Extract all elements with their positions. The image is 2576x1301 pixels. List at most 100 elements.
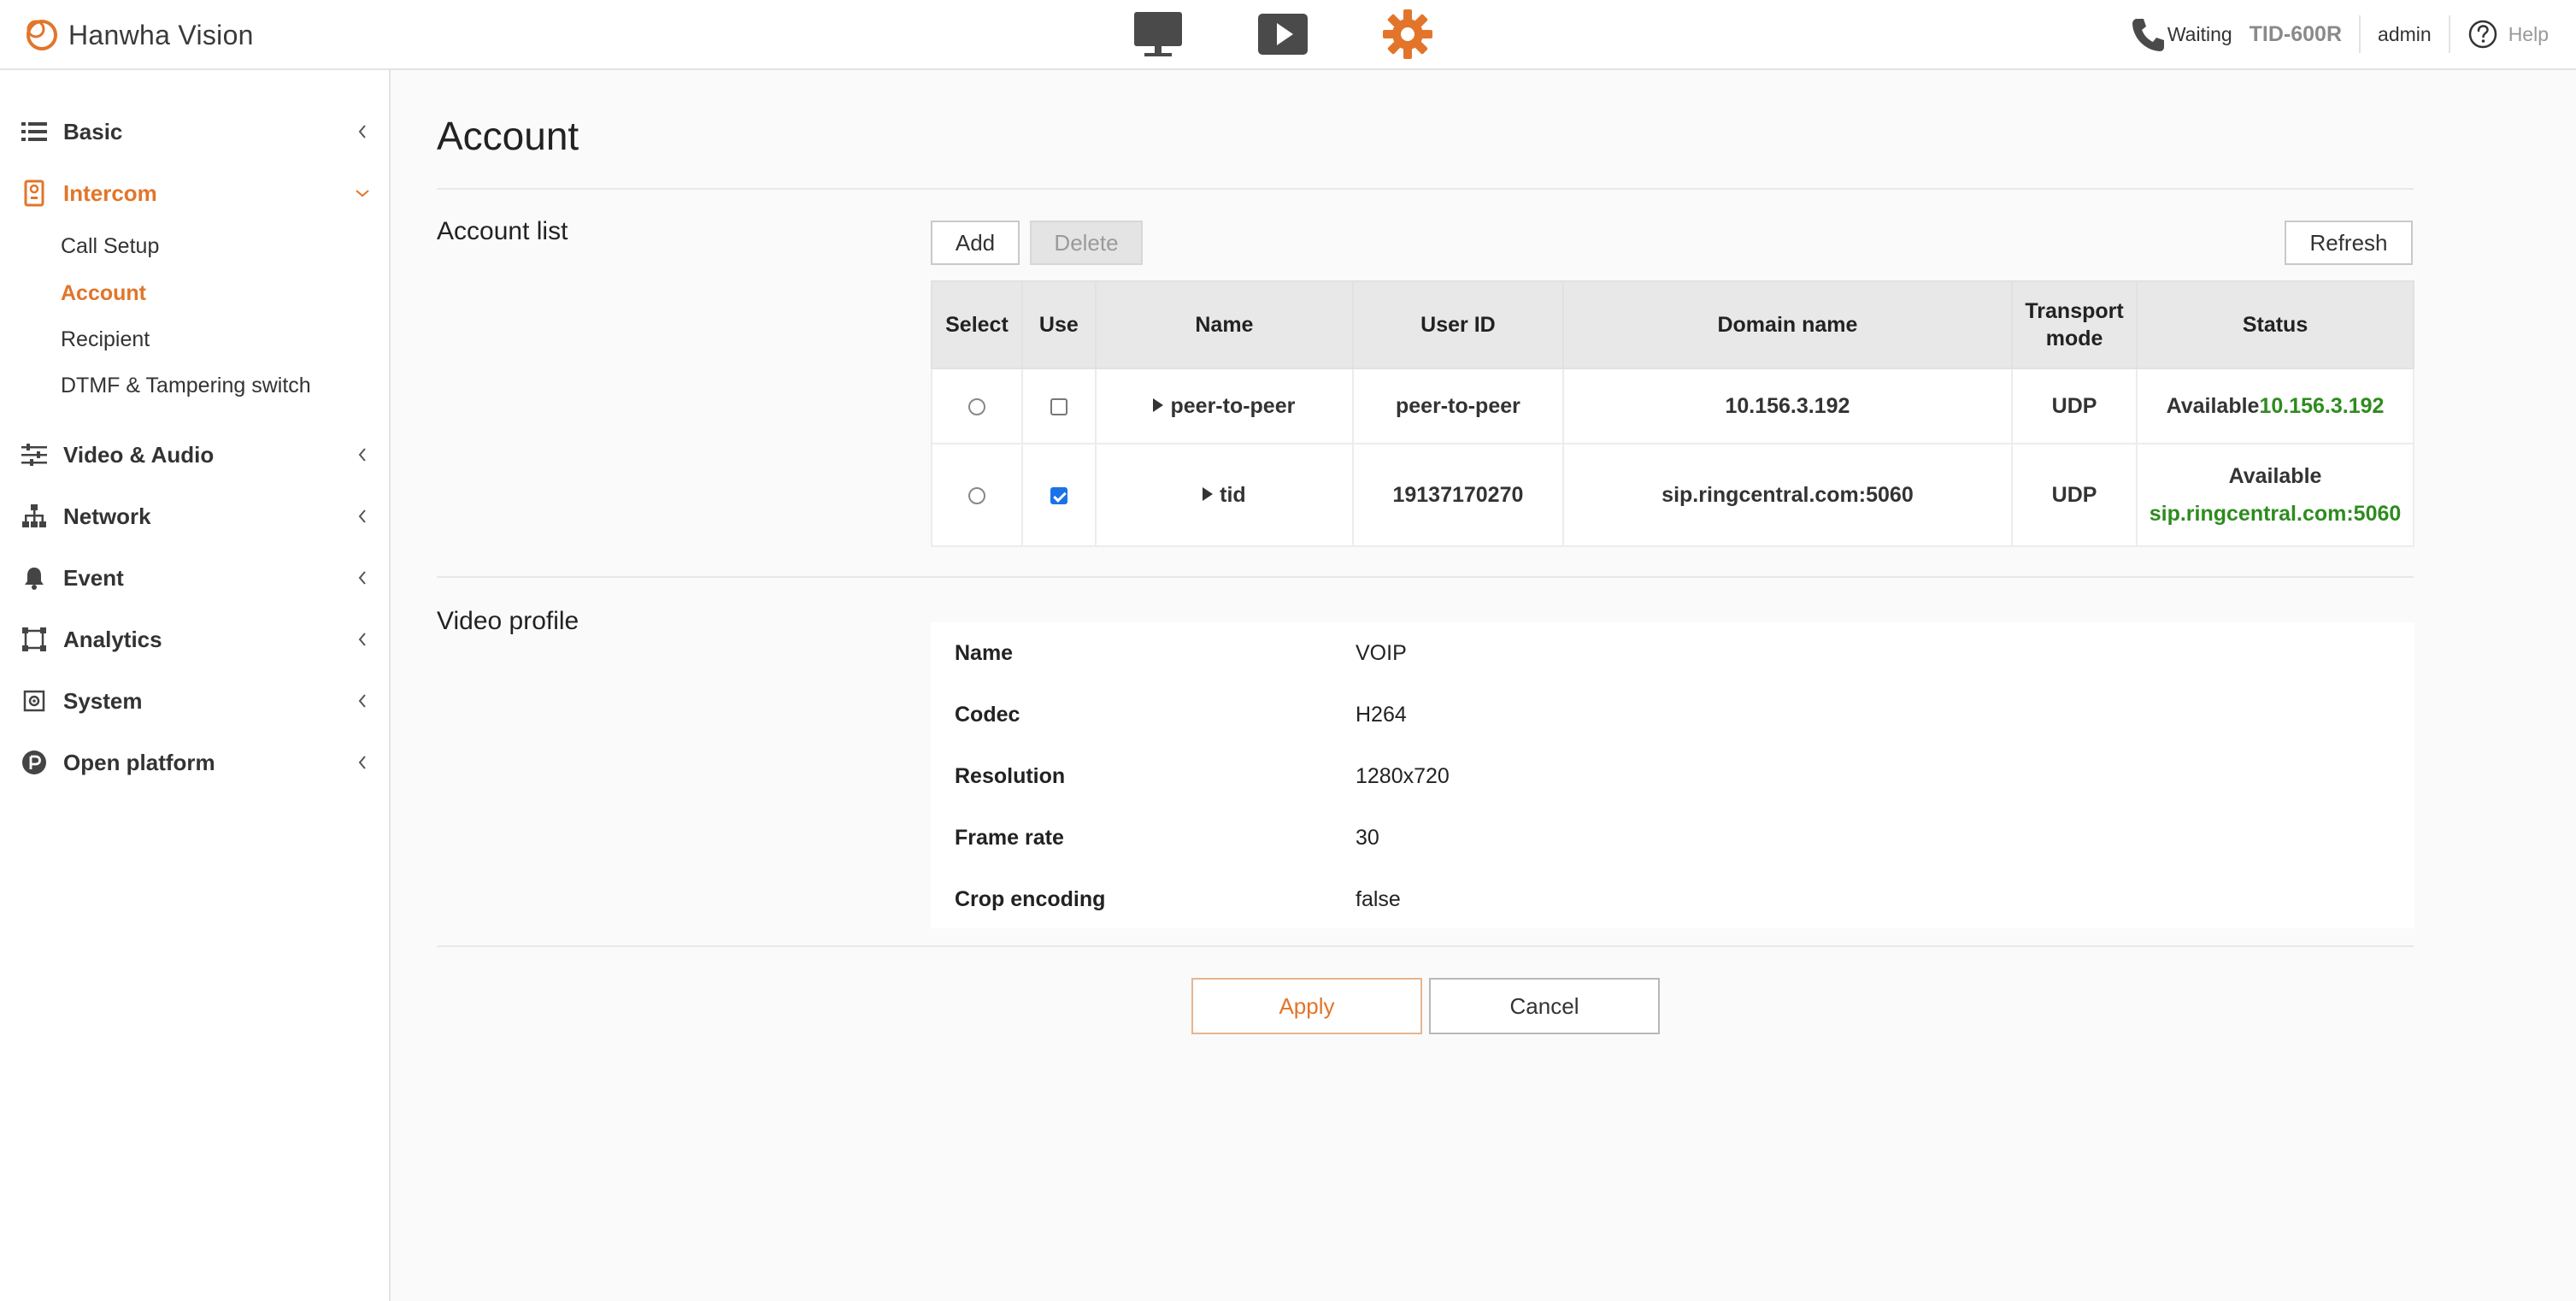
main-content: Account Account list Add Delete Refresh …: [392, 70, 2576, 1301]
column-header-name: Name: [1094, 280, 1355, 369]
domain-cell: 10.156.3.192: [1561, 368, 2014, 444]
add-button[interactable]: Add: [931, 221, 1020, 265]
analytics-icon: [21, 626, 48, 653]
open-platform-icon: [21, 749, 48, 776]
select-cell: [931, 368, 1023, 444]
network-icon: [21, 503, 48, 530]
sidebar-item-open-platform[interactable]: Open platform: [0, 737, 389, 788]
video-profile-row: Codec H264: [931, 684, 2414, 745]
sidebar-item-analytics[interactable]: Analytics: [0, 614, 389, 665]
chevron-left-icon: [354, 123, 371, 140]
submenu-item-dtmf-tampering[interactable]: DTMF & Tampering switch: [61, 368, 311, 403]
expand-triangle-icon[interactable]: [1153, 397, 1164, 412]
column-header-user-id: User ID: [1352, 280, 1564, 369]
page-title: Account: [437, 114, 579, 158]
profile-value: false: [1356, 886, 1401, 911]
profile-value: 1280x720: [1356, 763, 1450, 788]
sidebar: Basic Intercom Call Setup Account Recipi…: [0, 70, 391, 1301]
intercom-icon: [21, 180, 48, 207]
sidebar-item-label: Intercom: [63, 180, 157, 206]
table-header-row: Select Use Name User ID Domain name Tran…: [931, 280, 2414, 369]
cancel-button[interactable]: Cancel: [1429, 978, 1660, 1034]
sidebar-item-basic[interactable]: Basic: [0, 106, 389, 157]
profile-key: Name: [955, 640, 1014, 665]
expand-triangle-icon[interactable]: [1203, 486, 1214, 501]
call-status-text: Waiting: [2167, 22, 2232, 45]
status-text: Available: [2228, 464, 2322, 488]
help-label: Help: [2508, 22, 2549, 45]
use-checkbox[interactable]: [1050, 486, 1067, 504]
profile-key: Codec: [955, 702, 1020, 727]
select-radio[interactable]: [967, 397, 985, 415]
playback-nav-button[interactable]: [1253, 7, 1313, 62]
column-header-status: Status: [2136, 280, 2414, 369]
header-right: Waiting TID-600R admin Help: [2130, 0, 2549, 68]
account-list-label: Account list: [437, 217, 568, 245]
use-cell: [1020, 443, 1097, 547]
play-icon: [1258, 14, 1308, 55]
list-icon: [21, 118, 48, 145]
user-name[interactable]: admin: [2378, 23, 2432, 46]
delete-button[interactable]: Delete: [1030, 221, 1143, 265]
sidebar-item-event[interactable]: Event: [0, 552, 389, 603]
header-divider: [2359, 15, 2361, 53]
sidebar-item-label: Open platform: [63, 749, 215, 775]
name-cell[interactable]: tid: [1094, 443, 1355, 547]
account-table: Select Use Name User ID Domain name Tran…: [931, 280, 2414, 547]
sidebar-item-label: System: [63, 687, 143, 714]
table-row[interactable]: peer-to-peer peer-to-peer 10.156.3.192 U…: [931, 368, 2414, 444]
monitor-nav-button[interactable]: [1128, 7, 1188, 62]
hanwha-logo-icon: [26, 20, 57, 50]
domain-cell: sip.ringcentral.com:5060: [1561, 443, 2014, 547]
refresh-button[interactable]: Refresh: [2285, 221, 2413, 265]
user-id-cell: peer-to-peer: [1352, 368, 1564, 444]
chevron-left-icon: [354, 508, 371, 525]
sidebar-item-label: Event: [63, 564, 124, 591]
submenu-item-recipient[interactable]: Recipient: [61, 322, 150, 356]
use-checkbox[interactable]: [1050, 397, 1067, 415]
status-address: sip.ringcentral.com:5060: [2149, 502, 2402, 526]
use-cell: [1020, 368, 1097, 444]
section-divider: [437, 576, 2414, 578]
section-divider: [437, 188, 2414, 190]
sidebar-item-system[interactable]: System: [0, 675, 389, 727]
setup-nav-button[interactable]: [1378, 7, 1438, 62]
video-profile-row: Name VOIP: [931, 622, 2414, 684]
video-profile-row: Frame rate 30: [931, 807, 2414, 868]
bell-icon: [21, 564, 48, 592]
sidebar-item-label: Basic: [63, 118, 123, 144]
sidebar-item-network[interactable]: Network: [0, 491, 389, 542]
status-cell: Available sip.ringcentral.com:5060: [2136, 443, 2414, 547]
brand-logo[interactable]: Hanwha Vision: [21, 12, 254, 58]
help-button[interactable]: Help: [2467, 19, 2549, 50]
brand-name: Hanwha Vision: [68, 19, 254, 50]
chevron-left-icon: [354, 446, 371, 463]
call-status: Waiting: [2130, 15, 2232, 53]
select-cell: [931, 443, 1023, 547]
column-header-use: Use: [1020, 280, 1097, 369]
profile-key: Crop encoding: [955, 886, 1106, 911]
section-divider: [437, 945, 2414, 947]
top-nav: [1128, 7, 1503, 62]
sidebar-item-video-audio[interactable]: Video & Audio: [0, 429, 389, 480]
gear-icon: [1383, 9, 1432, 59]
chevron-left-icon: [354, 569, 371, 586]
sidebar-item-label: Network: [63, 503, 151, 529]
name-cell[interactable]: peer-to-peer: [1094, 368, 1355, 444]
sidebar-item-label: Analytics: [63, 626, 162, 652]
status-cell: Available10.156.3.192: [2136, 368, 2414, 444]
phone-icon: [2132, 19, 2164, 51]
header-divider: [2448, 15, 2450, 53]
apply-button[interactable]: Apply: [1191, 978, 1422, 1034]
user-id-cell: 19137170270: [1352, 443, 1564, 547]
account-name: peer-to-peer: [1170, 393, 1296, 418]
chevron-left-icon: [354, 692, 371, 709]
select-radio[interactable]: [967, 486, 985, 504]
sidebar-item-intercom[interactable]: Intercom: [0, 168, 389, 219]
monitor-icon: [1134, 12, 1182, 56]
column-header-transport-mode: Transport mode: [2011, 280, 2138, 369]
column-header-select: Select: [931, 280, 1023, 369]
submenu-item-account[interactable]: Account: [61, 276, 146, 310]
submenu-item-call-setup[interactable]: Call Setup: [61, 229, 159, 263]
table-row[interactable]: tid 19137170270 sip.ringcentral.com:5060…: [931, 443, 2414, 547]
